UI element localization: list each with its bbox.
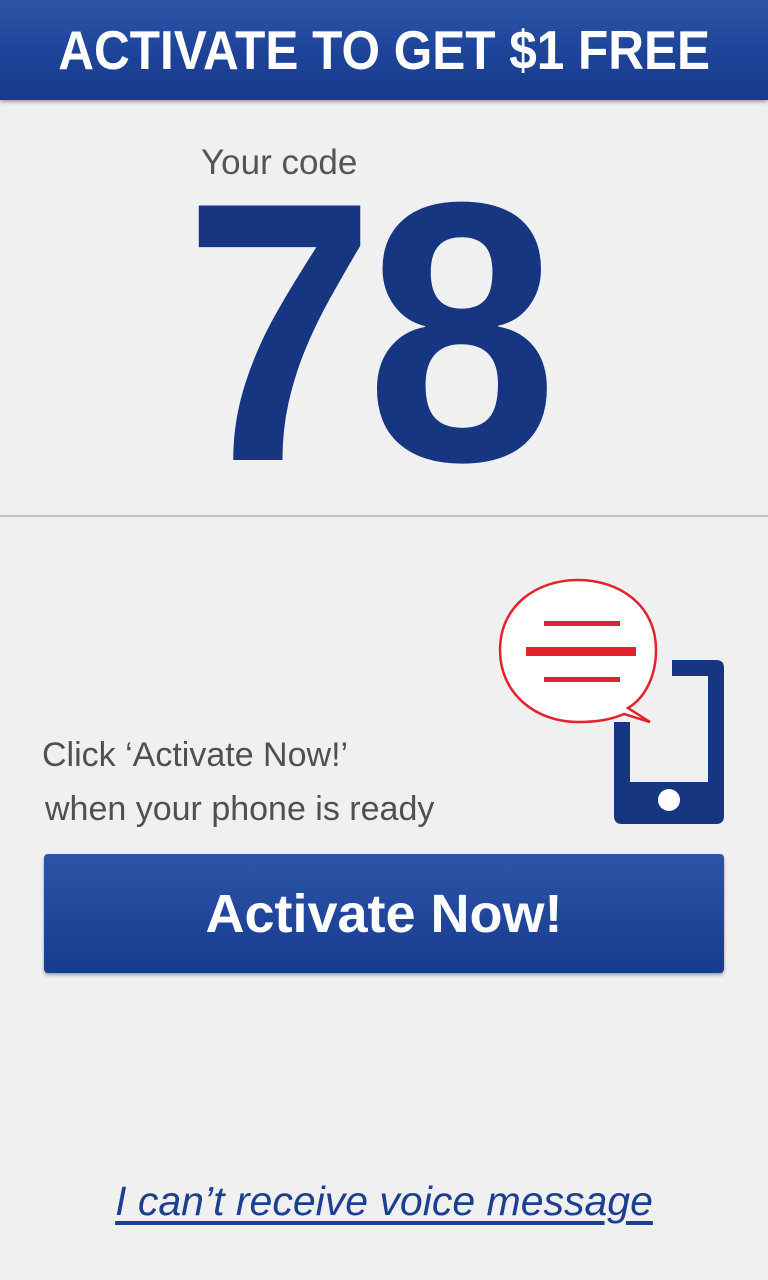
- cant-receive-voice-link[interactable]: I can’t receive voice message: [0, 1178, 768, 1225]
- speech-bubble-icon: [498, 578, 658, 724]
- header-bar: ACTIVATE TO GET $1 FREE: [0, 0, 768, 100]
- instruction-line-1: Click ‘Activate Now!’: [42, 736, 349, 774]
- divider: [0, 515, 768, 517]
- phone-illustration: [498, 578, 724, 824]
- header-title: ACTIVATE TO GET $1 FREE: [58, 19, 710, 81]
- activate-now-button[interactable]: Activate Now!: [44, 854, 724, 973]
- activation-screen: ACTIVATE TO GET $1 FREE Your code 78 Cli…: [0, 0, 768, 1280]
- activation-code: 78: [184, 126, 557, 539]
- instruction-text: Click ‘Activate Now!’ when your phone is…: [42, 728, 434, 836]
- instruction-line-2: when your phone is ready: [45, 790, 435, 828]
